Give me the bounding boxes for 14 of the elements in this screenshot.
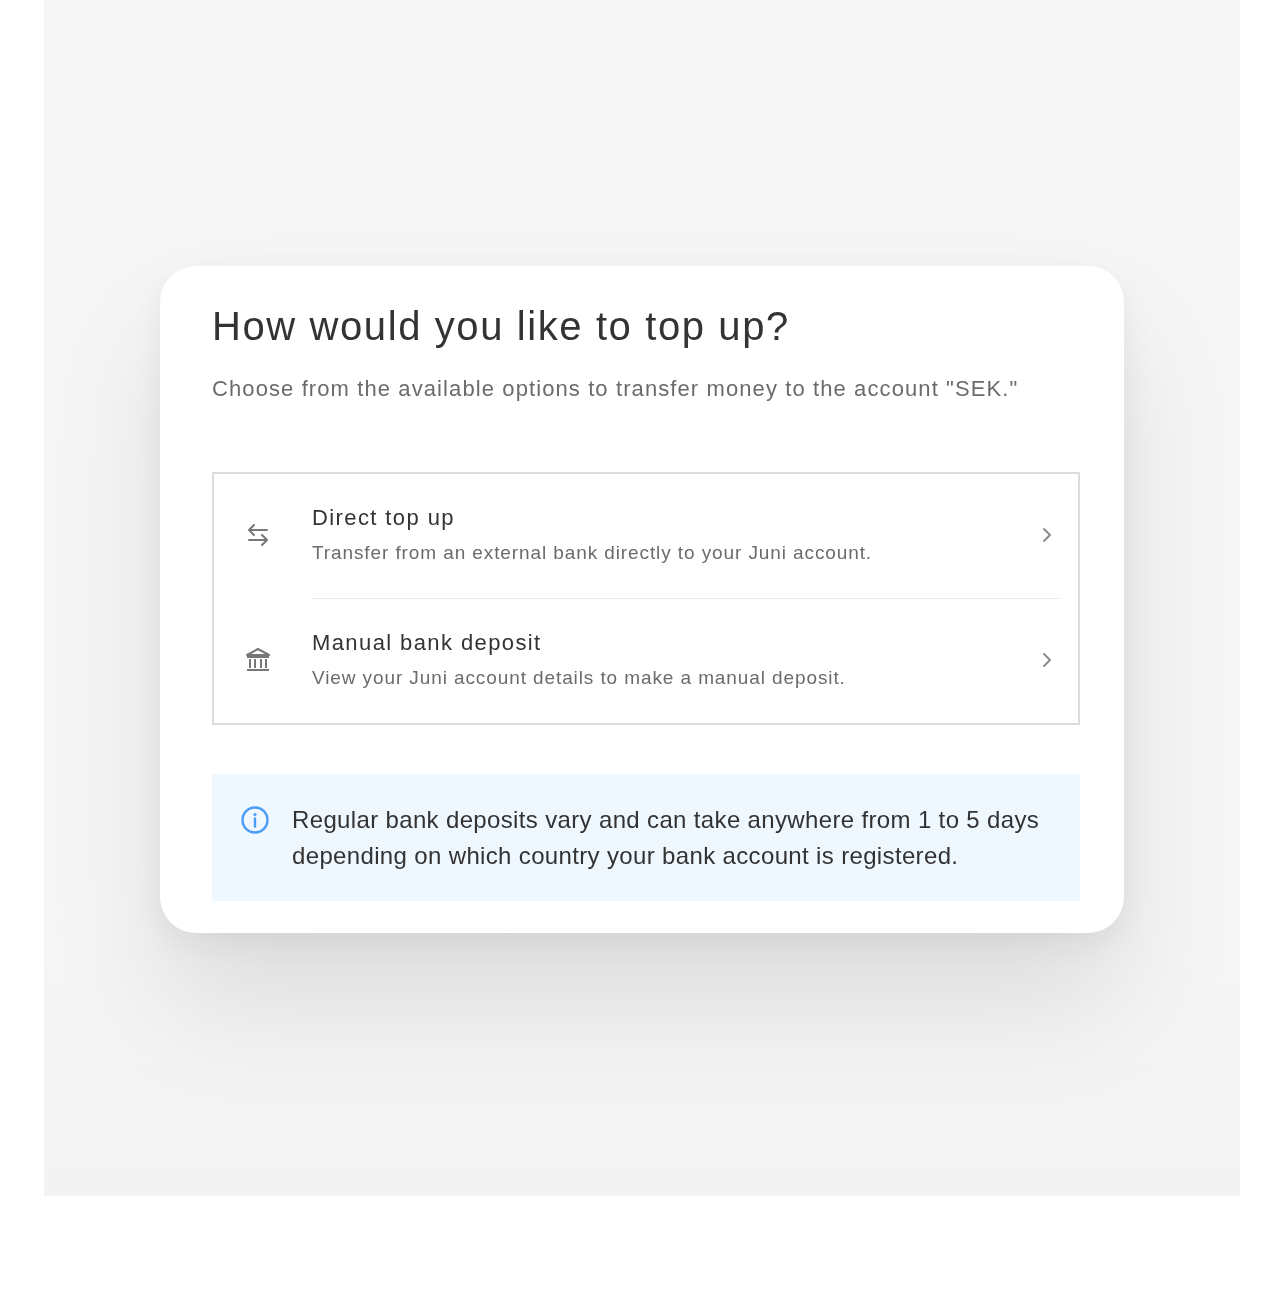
option-title: Direct top up <box>312 504 456 532</box>
info-icon <box>241 806 269 834</box>
dialog-subtitle: Choose from the available options to transfer money to the account "SEK." <box>212 375 1020 403</box>
dialog-title: How would you like to top up? <box>212 303 791 350</box>
option-description: View your Juni account details to make a manual deposit. <box>312 666 847 690</box>
bank-building-icon <box>245 647 271 673</box>
info-text: Regular bank deposits vary and can take anywhere from 1 to 5 days depending on which country your bank account is registered. <box>292 805 1041 871</box>
option-row[interactable]: Manual bank deposit View your Juni account details to make a manual deposit. <box>214 599 1078 723</box>
option-description: Transfer from an external bank directly to your Juni account. <box>312 541 874 565</box>
option-title: Manual bank deposit <box>312 629 543 657</box>
chevron-right-icon <box>1043 528 1051 542</box>
option-row[interactable]: Direct top up Transfer from an external bank directly to your Juni account. <box>214 474 1078 598</box>
chevron-right-icon <box>1043 653 1051 667</box>
swap-arrows-icon <box>246 524 270 546</box>
